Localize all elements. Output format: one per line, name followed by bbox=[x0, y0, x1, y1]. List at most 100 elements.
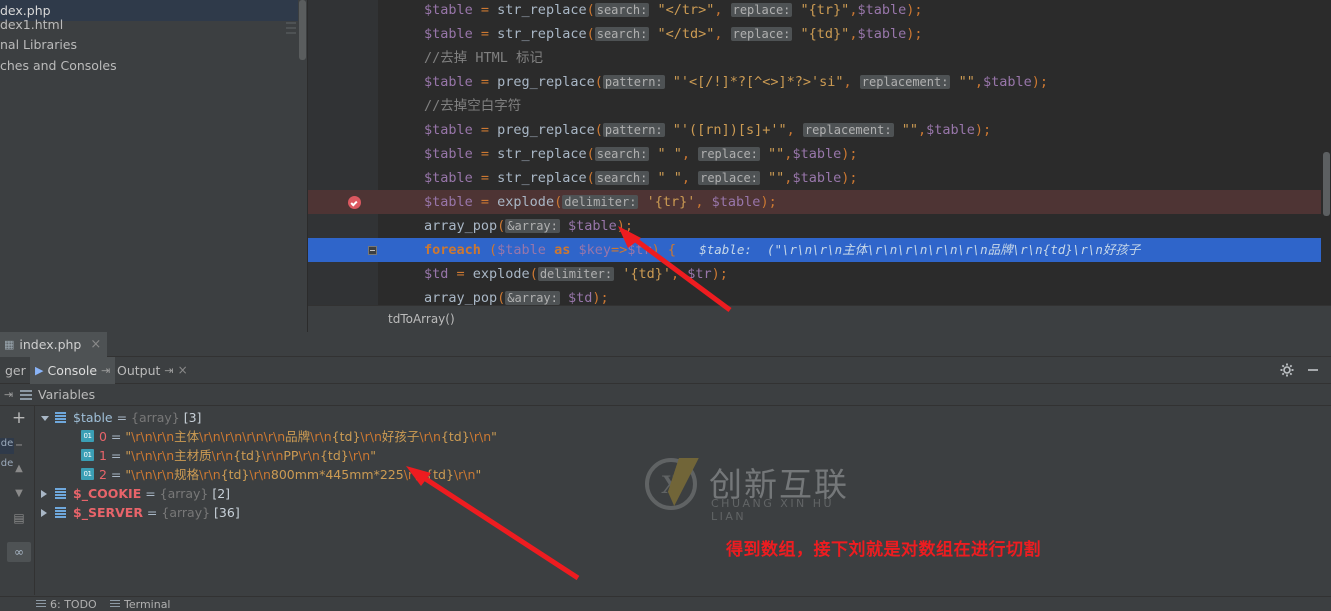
code-token: ( bbox=[586, 146, 595, 162]
array-variable-icon bbox=[55, 507, 66, 519]
editor-scrollbar[interactable] bbox=[1321, 0, 1331, 305]
code-token: $td bbox=[424, 266, 457, 282]
pin-icon[interactable]: ⇥ bbox=[101, 357, 110, 384]
code-line[interactable]: $td = explode(delimiter: '{td}', $tr); bbox=[378, 262, 728, 286]
code-token: ); bbox=[760, 194, 777, 210]
code-token: str_replace bbox=[497, 26, 587, 42]
pin-icon[interactable]: ⇥ bbox=[164, 357, 173, 384]
close-icon[interactable]: × bbox=[178, 357, 188, 384]
gear-icon[interactable] bbox=[1279, 362, 1295, 378]
code-line[interactable]: array_pop(&array: $td); bbox=[378, 286, 609, 305]
variable-value: "\r\n\r\n规格\r\n{td}\r\n800mm*445mm*225\r… bbox=[125, 467, 482, 482]
code-line[interactable]: $table = preg_replace(pattern: "'<[/!]*?… bbox=[378, 70, 1048, 94]
code-editor[interactable]: 58596061626364656667686970 $table = str_… bbox=[308, 0, 1331, 305]
code-line[interactable]: $table = str_replace(search: " ", replac… bbox=[378, 142, 857, 166]
variable-type: {array} bbox=[159, 486, 213, 501]
rail-tab-debugger[interactable]: de bbox=[0, 438, 14, 454]
minimize-icon[interactable] bbox=[1305, 362, 1321, 378]
editor-scrollbar-thumb[interactable] bbox=[1323, 152, 1330, 216]
variable-text: $_COOKIE = {array} [2] bbox=[73, 484, 230, 503]
expander-expand-icon[interactable] bbox=[41, 490, 47, 498]
add-watch-button[interactable]: + bbox=[9, 408, 29, 428]
breadcrumb[interactable]: tdToArray() bbox=[308, 305, 1331, 332]
code-line[interactable]: $table = preg_replace(pattern: "'([rn])[… bbox=[378, 118, 991, 142]
code-token: &array: bbox=[505, 219, 560, 233]
pin-icon[interactable]: ⇥ bbox=[4, 384, 13, 406]
code-token: $tr bbox=[627, 242, 652, 258]
editor-area: dex.php dex1.html nal Libraries ches and… bbox=[0, 0, 1331, 332]
code-line[interactable]: $table = str_replace(search: "</tr>", re… bbox=[378, 0, 923, 22]
expander-collapse-icon[interactable] bbox=[41, 416, 49, 421]
code-line[interactable]: array_pop(&array: $table); bbox=[378, 214, 633, 238]
code-token: , bbox=[671, 266, 688, 282]
code-token: , bbox=[714, 26, 731, 42]
tab-output[interactable]: Output ⇥ × bbox=[112, 357, 193, 384]
project-tree-item[interactable]: nal Libraries bbox=[0, 34, 300, 55]
code-line[interactable]: $table = str_replace(search: "</td>", re… bbox=[378, 22, 923, 46]
code-token: , bbox=[695, 194, 712, 210]
code-token: replace: bbox=[730, 3, 793, 17]
tab-console[interactable]: ▶ Console ⇥ bbox=[30, 357, 116, 384]
tab-debugger[interactable]: ger bbox=[0, 357, 31, 384]
php-file-icon: ▦ bbox=[4, 338, 15, 351]
code-token: pattern: bbox=[602, 123, 665, 137]
project-tool-window[interactable]: dex.php dex1.html nal Libraries ches and… bbox=[0, 0, 308, 332]
tab-console-label: Console bbox=[47, 363, 98, 378]
code-token: $table bbox=[424, 26, 481, 42]
terminal-icon bbox=[110, 600, 120, 609]
variable-count: [3] bbox=[183, 410, 202, 425]
file-tab-index-php[interactable]: ▦ index.php × bbox=[0, 332, 108, 357]
copy-button[interactable]: ▤ bbox=[9, 508, 29, 528]
code-line[interactable]: //去掉 HTML 标记 bbox=[378, 46, 543, 70]
code-token: "" bbox=[901, 122, 918, 138]
project-tree-item[interactable]: ches and Consoles bbox=[0, 55, 300, 76]
todo-icon bbox=[36, 600, 46, 609]
variable-equals: = bbox=[106, 429, 126, 444]
project-scrollbar[interactable] bbox=[298, 0, 307, 332]
variable-value: "\r\n\r\n主材质\r\n{td}\r\nPP\r\n{td}\r\n" bbox=[125, 448, 376, 463]
code-token: ); bbox=[841, 170, 858, 186]
index-variable-icon: 01 bbox=[81, 468, 94, 480]
file-tab-label: index.php bbox=[19, 337, 82, 352]
code-line[interactable]: foreach ($table as $key=>$tr) { $table: … bbox=[378, 238, 1140, 262]
project-tree-item[interactable]: dex1.html bbox=[0, 14, 300, 35]
variable-equals: = bbox=[106, 448, 126, 463]
variable-name: 1 bbox=[99, 448, 107, 463]
variable-name: 0 bbox=[99, 429, 107, 444]
variables-menu-icon[interactable] bbox=[20, 390, 32, 400]
code-token: ); bbox=[841, 146, 858, 162]
code-line[interactable]: //去掉空白字符 bbox=[378, 94, 521, 118]
project-scrollbar-thumb[interactable] bbox=[299, 0, 306, 60]
editor-code-lines[interactable]: $table = str_replace(search: "</tr>", re… bbox=[378, 0, 1331, 305]
breakpoint-icon[interactable] bbox=[348, 196, 361, 209]
variable-equals: = bbox=[106, 467, 126, 482]
variables-tree[interactable]: $table = {array} [3] 01 0 = "\r\n\r\n主体\r\… bbox=[34, 406, 1331, 595]
code-token: replace: bbox=[698, 147, 760, 161]
code-token: "" bbox=[768, 170, 785, 186]
code-fold-toggle[interactable] bbox=[368, 246, 377, 255]
code-token: ); bbox=[1031, 74, 1049, 90]
code-token: &array: bbox=[505, 291, 560, 305]
code-token: "'<[/!]*?[^<>]*?>'si" bbox=[672, 74, 844, 90]
variable-count: [2] bbox=[212, 486, 231, 501]
rail-tab-second[interactable]: de bbox=[0, 458, 14, 474]
code-token: $table bbox=[424, 194, 481, 210]
close-icon[interactable]: × bbox=[90, 332, 101, 357]
status-item-todo[interactable]: 6: TODO bbox=[36, 598, 97, 611]
move-down-button[interactable]: ▼ bbox=[9, 484, 29, 504]
code-token: $key bbox=[578, 242, 611, 258]
code-line[interactable]: $table = explode(delimiter: '{tr}', $tab… bbox=[378, 190, 777, 214]
watches-button[interactable]: ∞ bbox=[7, 542, 31, 562]
code-token: $table bbox=[424, 122, 481, 138]
code-token: $table bbox=[983, 74, 1032, 90]
status-item-terminal[interactable]: Terminal bbox=[110, 598, 171, 611]
code-token: , bbox=[974, 74, 983, 90]
code-token: preg_replace bbox=[497, 122, 595, 138]
code-line[interactable]: $table = str_replace(search: " ", replac… bbox=[378, 166, 857, 190]
expander-expand-icon[interactable] bbox=[41, 509, 47, 517]
code-token: $table bbox=[497, 242, 555, 258]
